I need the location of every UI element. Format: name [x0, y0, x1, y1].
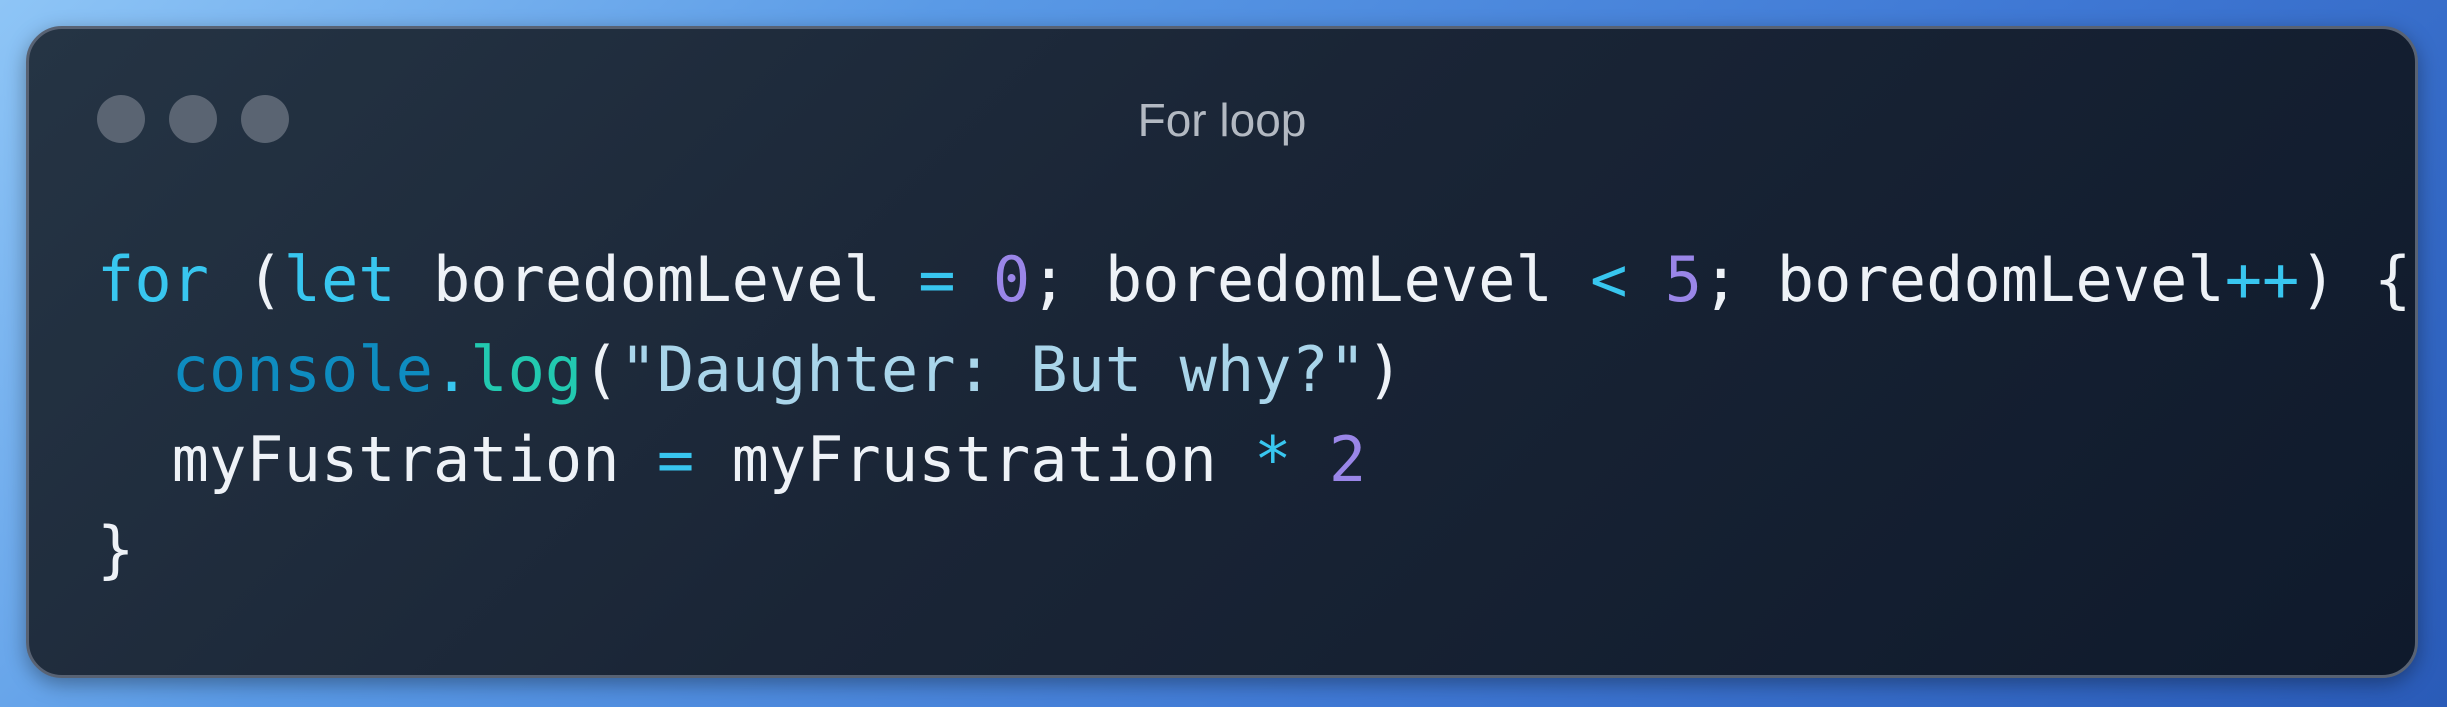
code-block: for (let boredomLevel = 0; boredomLevel … — [97, 235, 2411, 595]
code-token-object: console — [171, 333, 433, 406]
code-line: myFustration = myFrustration * 2 — [97, 415, 2411, 505]
code-token-number: 5 — [1664, 243, 1703, 316]
code-token-operator: = — [656, 423, 695, 496]
code-line: console.log("Daughter: But why?") — [97, 325, 2411, 415]
code-line: } — [97, 505, 2411, 595]
code-token-text: ( — [208, 243, 284, 316]
code-token-operator: < — [1590, 243, 1628, 316]
code-token-number: 0 — [992, 243, 1031, 316]
code-token-text: ; boredomLevel — [1030, 243, 1591, 316]
code-token-string: "Daughter: But why?" — [619, 333, 1367, 406]
code-token-text: } — [97, 513, 135, 586]
code-token-operator: * — [1254, 423, 1292, 496]
code-token-text: boredomLevel — [395, 243, 919, 316]
code-window: For loop for (let boredomLevel = 0; bore… — [26, 26, 2418, 678]
code-token-text: ; boredomLevel — [1702, 243, 2225, 316]
window-titlebar: For loop — [29, 29, 2415, 149]
code-token-text: myFrustration — [694, 423, 1255, 496]
code-token-text: ) { — [2299, 243, 2412, 316]
code-token-operator: = — [918, 243, 956, 316]
window-title: For loop — [1137, 94, 1307, 146]
code-token-keyword: for — [97, 243, 209, 316]
code-token-operator: ++ — [2224, 243, 2300, 316]
code-token-function: log — [470, 333, 583, 406]
code-token-text: ) — [1366, 333, 1404, 406]
code-token-operator: . — [432, 333, 471, 406]
code-token-number: 2 — [1328, 423, 1367, 496]
code-token-text: ( — [582, 333, 620, 406]
code-line: for (let boredomLevel = 0; boredomLevel … — [97, 235, 2411, 325]
code-token-text: myFustration — [97, 423, 657, 496]
code-token-keyword: let — [283, 243, 396, 316]
